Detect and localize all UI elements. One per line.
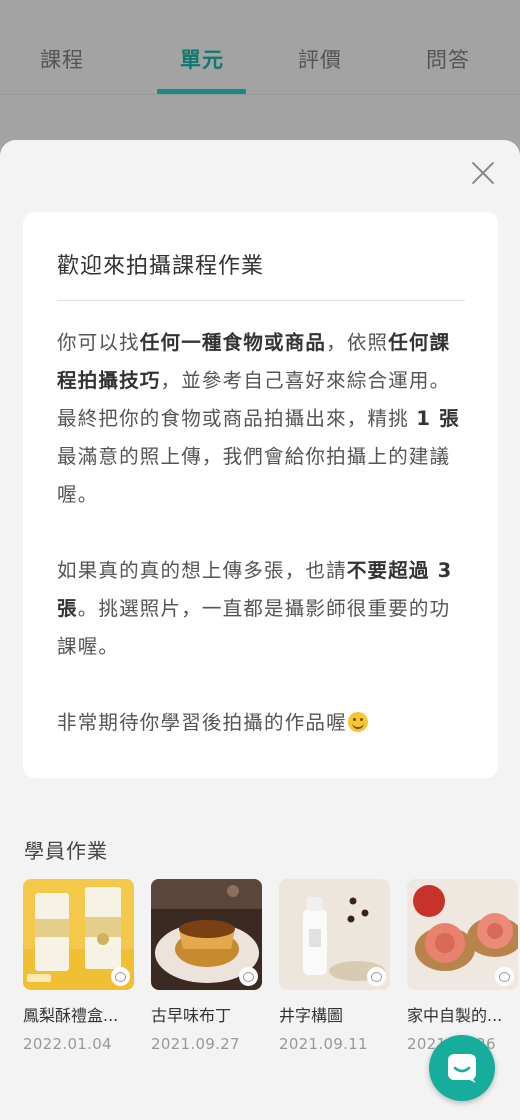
homework-date: 2021.09.27 (151, 1035, 240, 1053)
homework-item[interactable]: 井字構圖 2021.09.11 (279, 879, 390, 1053)
intro-paragraph-3: 非常期待你學習後拍攝的作品喔 (57, 704, 467, 742)
tab-units[interactable]: 單元 (142, 44, 262, 74)
card-body: 你可以找任何一種食物或商品，依照任何課程拍攝技巧，並參考自己喜好來綜合運用。最終… (57, 324, 467, 742)
tab-course[interactable]: 課程 (2, 44, 122, 74)
tab-qa[interactable]: 問答 (388, 44, 508, 74)
chat-button[interactable] (429, 1035, 495, 1101)
tab-divider (0, 94, 520, 95)
homework-date: 2022.01.04 (23, 1035, 112, 1053)
homework-intro-card: 歡迎來拍攝課程作業 你可以找任何一種食物或商品，依照任何課程拍攝技巧，並參考自己… (23, 212, 498, 778)
smile-emoji-icon (347, 712, 368, 732)
chat-icon (448, 1054, 476, 1083)
homework-title[interactable]: 鳳梨酥禮盒... (23, 1002, 134, 1026)
homework-item[interactable]: 鳳梨酥禮盒... 2022.01.04 (23, 879, 134, 1053)
homework-item[interactable]: 古早味布丁 2021.09.27 (151, 879, 262, 1053)
close-icon[interactable] (468, 158, 498, 188)
card-title: 歡迎來拍攝課程作業 (57, 254, 265, 279)
homework-item[interactable]: 家中自製的... 2021.09.26 (407, 879, 518, 1053)
homework-thumbnail[interactable] (279, 879, 390, 990)
homework-thumbnail[interactable] (23, 879, 134, 990)
homework-date: 2021.09.11 (279, 1035, 368, 1053)
homework-title[interactable]: 古早味布丁 (151, 1002, 262, 1026)
intro-paragraph-1: 你可以找任何一種食物或商品，依照任何課程拍攝技巧，並參考自己喜好來綜合運用。最終… (57, 331, 460, 506)
intro-paragraph-2: 如果真的真的想上傳多張，也請不要超過 3 張。挑選照片，一直都是攝影師很重要的功… (57, 559, 453, 658)
divider (57, 300, 465, 301)
comment-icon (495, 967, 514, 986)
homework-title[interactable]: 家中自製的... (407, 1002, 518, 1026)
comment-icon (367, 967, 386, 986)
tab-bar: 課程 單元 評價 問答 (0, 0, 520, 95)
comment-icon (239, 967, 258, 986)
comment-icon (111, 967, 130, 986)
homework-thumbnail[interactable] (407, 879, 518, 990)
student-homework-heading: 學員作業 (24, 839, 108, 863)
tab-reviews[interactable]: 評價 (260, 44, 380, 74)
homework-sheet: 歡迎來拍攝課程作業 你可以找任何一種食物或商品，依照任何課程拍攝技巧，並參考自己… (0, 140, 520, 1120)
homework-title[interactable]: 井字構圖 (279, 1002, 390, 1026)
homework-thumbnail[interactable] (151, 879, 262, 990)
